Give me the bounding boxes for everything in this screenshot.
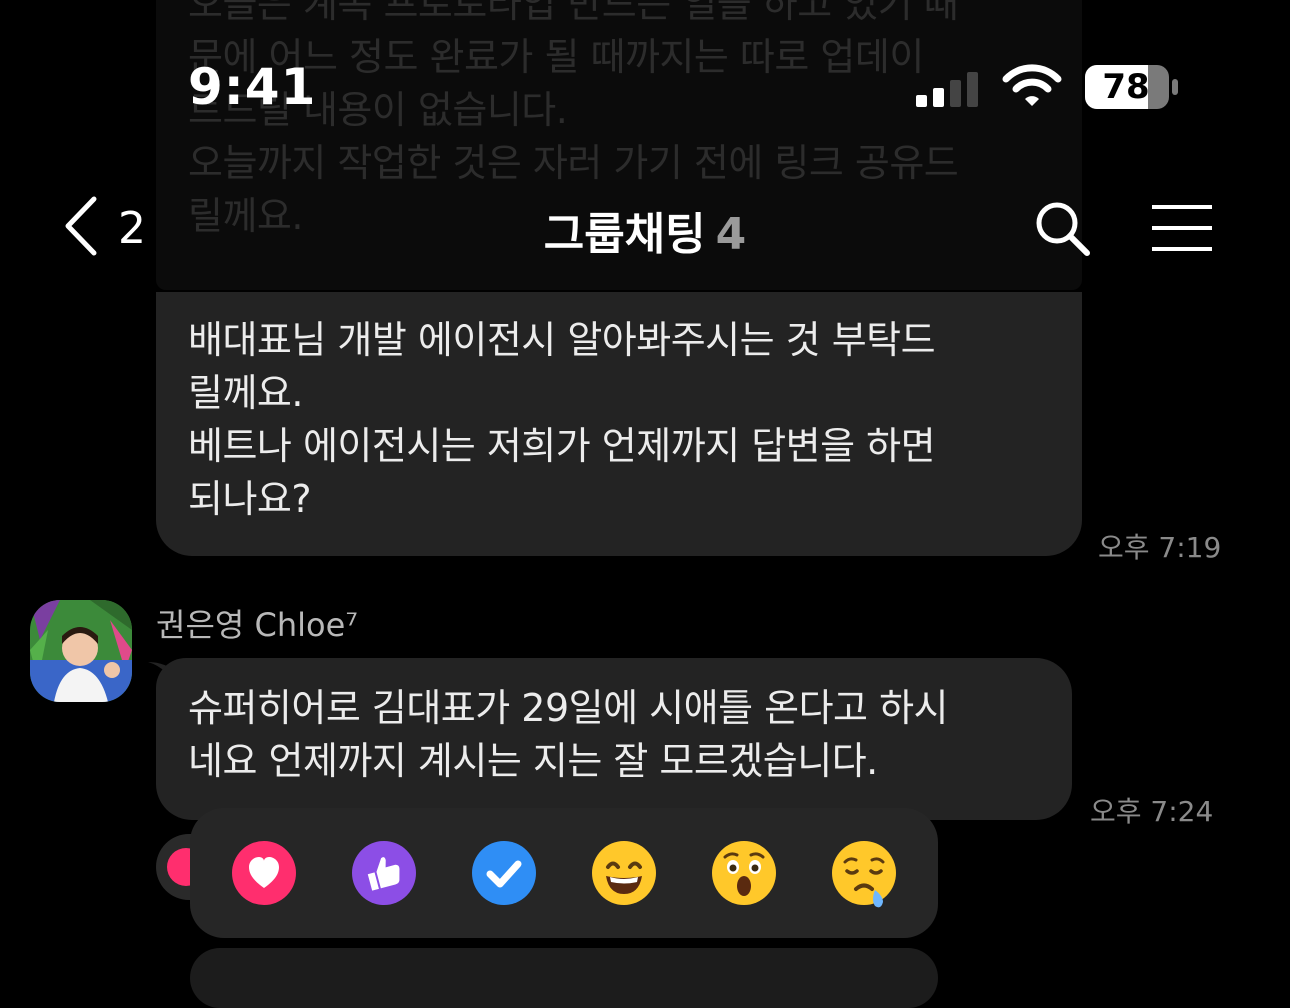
chat-title-text: 그룹채팅 bbox=[543, 209, 706, 260]
sad-reaction-button[interactable] bbox=[831, 840, 897, 908]
message-text: 배대표님 개발 에이전시 알아봐주시는 것 부탁드 릴께요. 베트나 에이전시는… bbox=[188, 314, 936, 526]
menu-icon bbox=[1150, 205, 1214, 256]
message-bubble[interactable]: 배대표님 개발 에이전시 알아봐주시는 것 부탁드 릴께요. 베트나 에이전시는… bbox=[156, 292, 1082, 556]
menu-button[interactable] bbox=[1150, 204, 1214, 256]
reaction-bar bbox=[190, 808, 938, 938]
wifi-icon bbox=[1002, 64, 1062, 112]
next-message-bubble bbox=[190, 948, 938, 1008]
message-time: 오후 7:24 bbox=[1090, 795, 1214, 828]
heart-icon bbox=[231, 840, 297, 906]
search-button[interactable] bbox=[1034, 200, 1092, 262]
check-icon bbox=[471, 840, 537, 906]
message-line: 릴께요. bbox=[188, 371, 303, 415]
faded-line: 오늘까지 작업한 것은 자러 가기 전에 링크 공유드 bbox=[188, 141, 959, 185]
avatar[interactable] bbox=[30, 600, 132, 702]
message-line: 베트나 에이전시는 저희가 언제까지 답변을 하면 bbox=[188, 424, 936, 468]
battery-icon: 78 bbox=[1084, 64, 1178, 109]
surprised-reaction-button[interactable] bbox=[711, 840, 777, 906]
chat-title: 그룹채팅 4 bbox=[0, 198, 1290, 262]
member-count: 4 bbox=[715, 209, 747, 260]
message-line: 되나요? bbox=[188, 477, 312, 521]
status-time: 9:41 bbox=[188, 58, 317, 116]
message-bubble[interactable]: 슈퍼히어로 김대표가 29일에 시애틀 온다고 하시 네요 언제까지 계시는 지… bbox=[156, 658, 1072, 820]
battery-level: 78 bbox=[1102, 67, 1150, 107]
heart-reaction-button[interactable] bbox=[231, 840, 297, 906]
faded-line: 오늘은 계속 프로토타입 만드는 일을 하고 있기 때 bbox=[188, 0, 959, 26]
search-icon bbox=[1034, 202, 1092, 262]
thumbs-up-reaction-button[interactable] bbox=[351, 840, 417, 906]
check-reaction-button[interactable] bbox=[471, 840, 537, 906]
grin-emoji-icon bbox=[591, 840, 657, 906]
message-line: 배대표님 개발 에이전시 알아봐주시는 것 부탁드 bbox=[188, 318, 936, 362]
signal-icon bbox=[914, 70, 982, 112]
surprised-emoji-icon bbox=[711, 840, 777, 906]
message-line: 슈퍼히어로 김대표가 29일에 시애틀 온다고 하시 bbox=[188, 686, 949, 730]
grin-reaction-button[interactable] bbox=[591, 840, 657, 906]
message-text: 슈퍼히어로 김대표가 29일에 시애틀 온다고 하시 네요 언제까지 계시는 지… bbox=[188, 682, 949, 788]
message-line: 네요 언제까지 계시는 지는 잘 모르겠습니다. bbox=[188, 739, 878, 783]
message-time: 오후 7:19 bbox=[1098, 531, 1222, 564]
sad-tear-emoji-icon bbox=[831, 840, 897, 918]
thumbs-up-icon bbox=[351, 840, 417, 906]
sender-name: 권은영 Chloe⁷ bbox=[156, 606, 359, 644]
